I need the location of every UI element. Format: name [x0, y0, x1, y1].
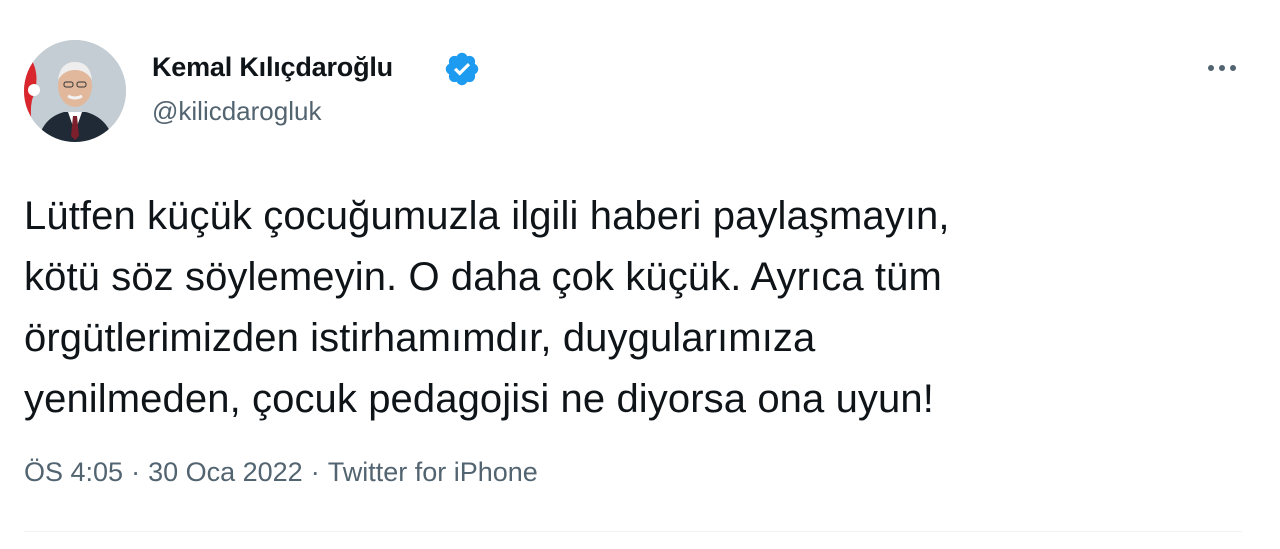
tweet-date[interactable]: 30 Oca 2022	[148, 457, 303, 487]
meta-separator: ·	[310, 457, 320, 487]
more-dot	[1208, 65, 1214, 71]
author-handle[interactable]: @kilicdarogluk	[152, 96, 321, 127]
tweet-source[interactable]: Twitter for iPhone	[328, 457, 538, 487]
tweet-meta: ÖS 4:05 · 30 Oca 2022 · Twitter for iPhone	[24, 457, 538, 488]
verified-badge-icon	[445, 52, 479, 86]
tweet-text: Lütfen küçük çocuğumuzla ilgili haberi p…	[24, 194, 950, 421]
author-name[interactable]: Kemal Kılıçdaroğlu	[152, 52, 393, 83]
tweet-time[interactable]: ÖS 4:05	[24, 457, 123, 487]
more-horizontal-icon[interactable]	[1200, 50, 1244, 86]
avatar[interactable]	[24, 40, 126, 142]
avatar-photo	[24, 40, 126, 142]
more-dot	[1219, 65, 1225, 71]
tweet-card: Kemal Kılıçdaroğlu @kilicdarogluk Lütfen…	[0, 0, 1280, 549]
meta-separator: ·	[131, 457, 141, 487]
more-dot	[1230, 65, 1236, 71]
divider	[24, 531, 1242, 532]
